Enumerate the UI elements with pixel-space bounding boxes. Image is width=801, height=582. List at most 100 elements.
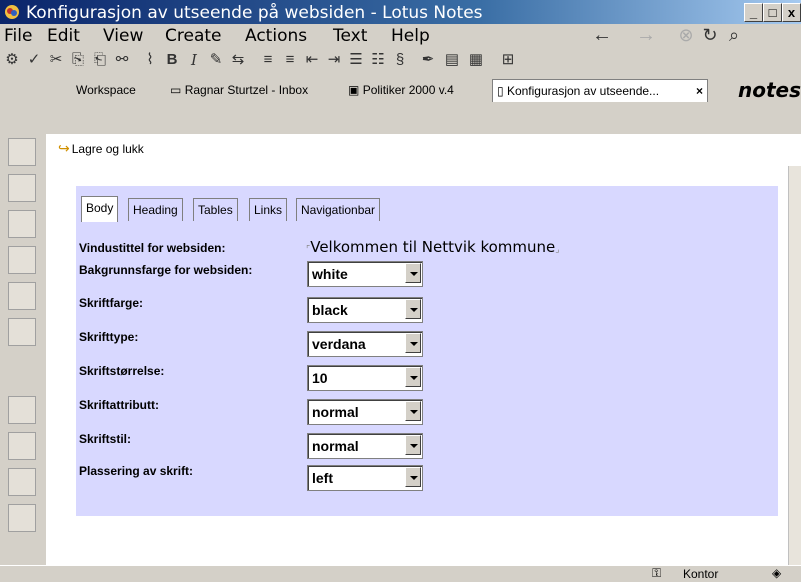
attach-icon[interactable]: ⌇ [140, 50, 160, 70]
bullet-list-icon[interactable]: ☰ [346, 50, 366, 70]
back-arrow-icon[interactable]: ← [592, 25, 612, 45]
chevron-down-icon[interactable] [405, 401, 421, 421]
fontattr-select[interactable]: normal [307, 399, 423, 425]
menu-actions[interactable]: Actions [245, 26, 307, 46]
format-icon[interactable]: ⇆ [228, 50, 248, 70]
fontstyle-value: normal [312, 438, 359, 454]
properties-icon[interactable]: § [390, 50, 410, 70]
chevron-down-icon[interactable] [405, 333, 421, 353]
address-book-icon[interactable] [8, 210, 36, 238]
chevron-down-icon[interactable] [405, 367, 421, 387]
window-title-field[interactable]: ⌜Velkommen til Nettvik kommune⌟ [306, 238, 559, 256]
align-value: left [312, 470, 333, 486]
inbox-icon: ▭ [170, 83, 182, 97]
save-close-icon: ↪ [58, 140, 70, 156]
fontcolor-label: Skriftfarge: [79, 296, 144, 310]
tab-body[interactable]: Body [81, 196, 119, 222]
lotus-notes-icon [5, 5, 19, 19]
fonttype-select[interactable]: verdana [307, 331, 423, 357]
replication-icon[interactable]: ◈ [772, 566, 781, 580]
gear-icon[interactable]: ⚙ [2, 50, 22, 70]
tab-links[interactable]: Links [249, 198, 288, 221]
outdent-icon[interactable]: ⇤ [302, 50, 322, 70]
menu-text[interactable]: Text [333, 26, 367, 46]
tab-politiker[interactable]: ▣ Politiker 2000 v.4 [344, 79, 458, 101]
calendar-icon[interactable] [8, 174, 36, 202]
tab-inbox[interactable]: ▭ Ragnar Sturtzel - Inbox [166, 79, 312, 101]
close-button[interactable]: x [782, 3, 801, 22]
vertical-scrollbar[interactable] [788, 166, 801, 565]
tab-konfigurasjon[interactable]: ▯ Konfigurasjon av utseende... × [492, 79, 708, 102]
menu-file[interactable]: File [4, 26, 32, 46]
fonttype-value: verdana [312, 336, 366, 352]
align-select[interactable]: left [307, 465, 423, 491]
fontsize-label: Skriftstørrelse: [79, 364, 165, 378]
tab-workspace[interactable]: Workspace [72, 79, 140, 101]
fontattr-label: Skriftattributt: [79, 398, 159, 412]
tab-heading[interactable]: Heading [128, 198, 183, 221]
check-icon[interactable]: ✓ [24, 50, 44, 70]
fontstyle-select[interactable]: normal [307, 433, 423, 459]
pen-icon[interactable]: ✒ [418, 50, 438, 70]
chevron-down-icon[interactable] [405, 299, 421, 319]
menu-create[interactable]: Create [165, 26, 222, 46]
highlighter-icon[interactable]: ✎ [206, 50, 226, 70]
align-left-icon[interactable]: ≡ [258, 50, 278, 70]
title-bar: Konfigurasjon av utseende på websiden - … [0, 0, 801, 24]
stop-icon[interactable]: ⊗ [676, 25, 696, 45]
spellcheck-icon[interactable]: ▤ [442, 50, 462, 70]
maximize-button[interactable]: □ [763, 3, 782, 22]
table-icon[interactable]: ▦ [466, 50, 486, 70]
fontsize-select[interactable]: 10 [307, 365, 423, 391]
tab-tables[interactable]: Tables [193, 198, 238, 221]
todo-icon[interactable] [8, 246, 36, 274]
chevron-down-icon[interactable] [405, 435, 421, 455]
fontcolor-value: black [312, 302, 348, 318]
save-close-button[interactable]: ↪ Lagre og lukk [58, 140, 144, 157]
fontcolor-select[interactable]: black [307, 297, 423, 323]
menu-view[interactable]: View [103, 26, 143, 46]
bold-icon[interactable]: B [162, 50, 182, 70]
internet-icon[interactable] [8, 504, 36, 532]
paste-icon[interactable]: ⎗ [90, 50, 110, 70]
indent-icon[interactable]: ⇥ [324, 50, 344, 70]
tab-inbox-label: Ragnar Sturtzel - Inbox [184, 83, 309, 97]
cut-icon[interactable]: ✂ [46, 50, 66, 70]
favorites-icon[interactable] [8, 396, 36, 424]
fonttype-label: Skrifttype: [79, 330, 139, 344]
numbered-list-icon[interactable]: ☷ [368, 50, 388, 70]
tabstop-icon[interactable]: ⊞ [498, 50, 518, 70]
key-icon[interactable]: ⚿ [652, 566, 661, 581]
database-icon: ▣ [348, 83, 360, 97]
save-close-label: Lagre og lukk [71, 141, 144, 156]
bgcolor-value: white [312, 266, 348, 282]
menu-edit[interactable]: Edit [47, 26, 80, 46]
forward-arrow-icon[interactable]: → [636, 25, 656, 45]
search-icon[interactable]: ⌕ [724, 25, 744, 45]
menu-help[interactable]: Help [391, 26, 430, 46]
bookmarks-icon[interactable] [8, 432, 36, 460]
window-tab-bar: Workspace ▭ Ragnar Sturtzel - Inbox ▣ Po… [0, 74, 801, 104]
chevron-down-icon[interactable] [405, 467, 421, 487]
bookmark-bar [0, 134, 46, 565]
chevron-down-icon[interactable] [405, 263, 421, 283]
mail-icon[interactable] [8, 138, 36, 166]
location-status[interactable]: Kontor [683, 567, 718, 581]
databases-icon[interactable] [8, 282, 36, 310]
folder-icon[interactable] [8, 468, 36, 496]
align-label: Plassering av skrift: [79, 464, 194, 478]
tab-navigationbar[interactable]: Navigationbar [296, 198, 381, 221]
fontstyle-label: Skriftstil: [79, 432, 132, 446]
copy-icon[interactable]: ⎘ [68, 50, 88, 70]
align-center-icon[interactable]: ≡ [280, 50, 300, 70]
link-icon[interactable]: ⚯ [112, 50, 132, 70]
notes-logo: notes [737, 78, 801, 102]
replicator-icon[interactable] [8, 318, 36, 346]
refresh-icon[interactable]: ↻ [700, 25, 720, 45]
window-title-label: Vindustittel for websiden: [79, 241, 226, 255]
bgcolor-select[interactable]: white [307, 261, 423, 287]
bgcolor-label: Bakgrunnsfarge for websiden: [79, 263, 253, 277]
minimize-button[interactable]: _ [744, 3, 763, 22]
italic-icon[interactable]: I [184, 50, 204, 70]
close-tab-icon[interactable]: × [696, 80, 703, 102]
